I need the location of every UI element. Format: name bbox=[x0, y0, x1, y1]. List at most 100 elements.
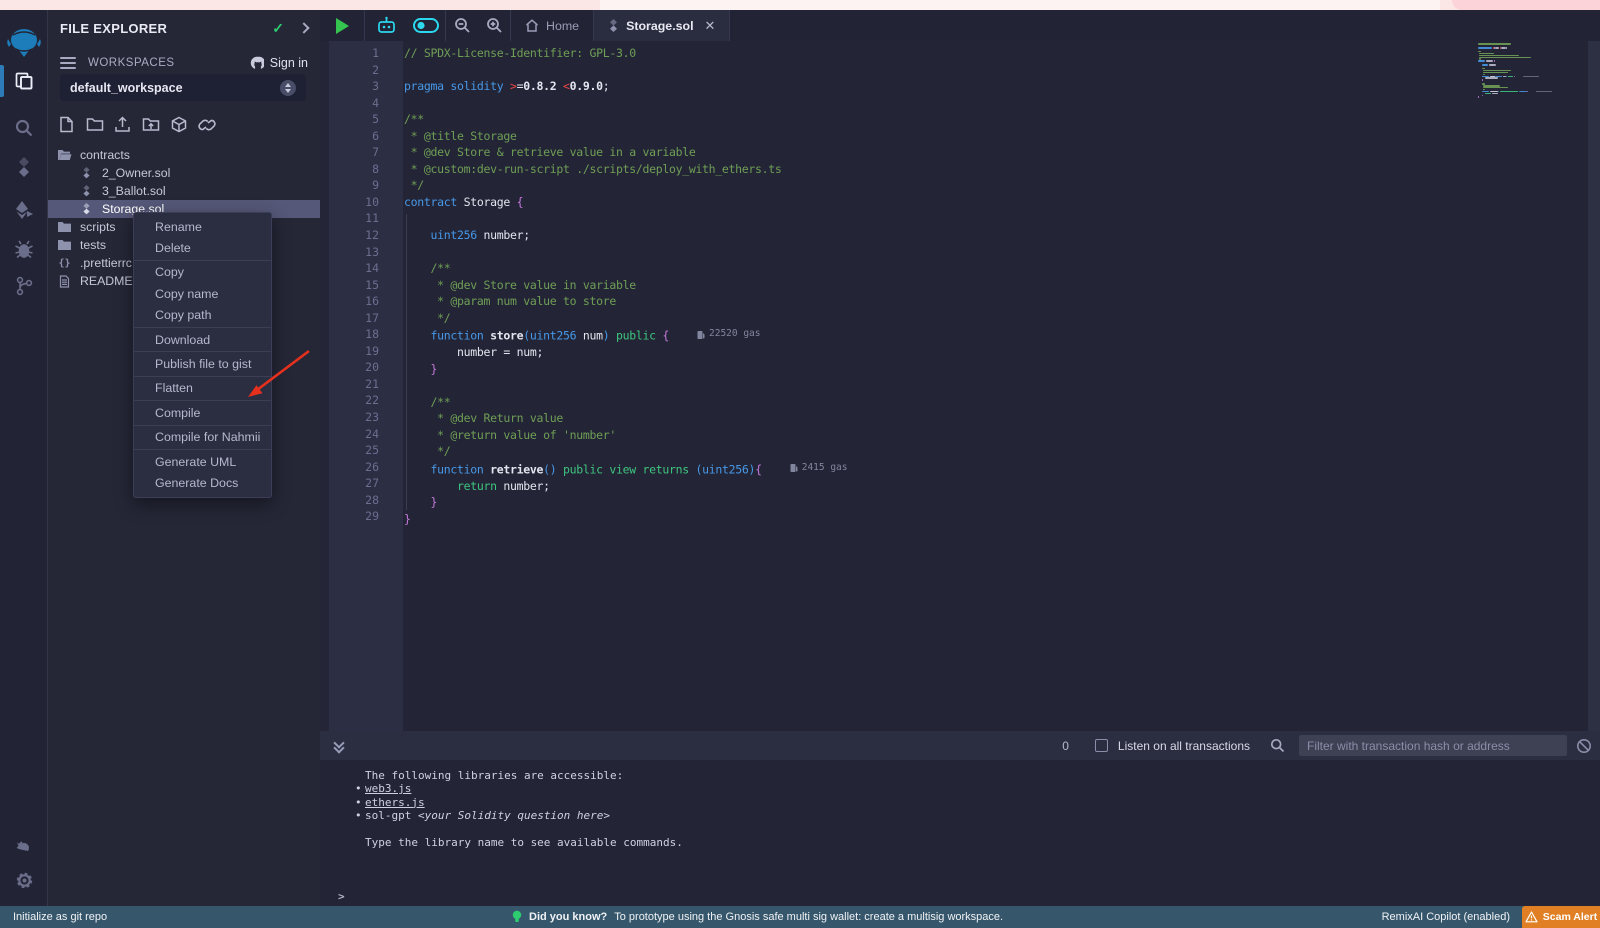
code-line: */ bbox=[404, 443, 1456, 460]
file-icon bbox=[57, 274, 72, 288]
terminal-search-icon[interactable] bbox=[1270, 738, 1285, 753]
link-icon[interactable] bbox=[197, 115, 216, 134]
context-menu-item-compile-for-nahmii[interactable]: Compile for Nahmii bbox=[134, 427, 271, 448]
robot-icon bbox=[376, 16, 397, 35]
zoom-out-icon bbox=[454, 17, 471, 34]
code-line bbox=[404, 62, 1456, 79]
code-line: contract Storage { bbox=[404, 194, 1456, 211]
copilot-status[interactable]: RemixAI Copilot (enabled) bbox=[1382, 906, 1510, 928]
terminal-link[interactable]: ethers.js bbox=[365, 796, 425, 809]
code-line: * @dev Store & retrieve value in a varia… bbox=[404, 144, 1456, 161]
folder-open-icon bbox=[57, 148, 72, 162]
git-init-button[interactable]: Initialize as git repo bbox=[13, 906, 107, 928]
terminal-line: Type the library name to see available c… bbox=[365, 836, 1590, 849]
terminal-line: •ethers.js bbox=[365, 796, 1590, 809]
code-content: // SPDX-License-Identifier: GPL-3.0 prag… bbox=[404, 45, 1456, 527]
sign-in-button[interactable]: Sign in bbox=[250, 56, 308, 70]
sidebar-item-git[interactable] bbox=[0, 268, 48, 304]
code-line: } bbox=[404, 361, 1456, 378]
lightbulb-icon bbox=[512, 910, 522, 924]
listen-checkbox[interactable] bbox=[1095, 739, 1108, 752]
main-area: Home Storage.sol ✕ 123456789101112131415… bbox=[320, 10, 1600, 906]
workspace-select[interactable]: default_workspace bbox=[60, 74, 306, 101]
folder-icon bbox=[57, 238, 72, 252]
tip-title: Did you know? bbox=[529, 911, 607, 923]
code-editor[interactable]: 1234567891011121314151617181920212223242… bbox=[320, 41, 1600, 731]
tree-item-3_Ballot.sol[interactable]: 3_Ballot.sol bbox=[48, 182, 320, 200]
code-line: * @return value of 'number' bbox=[404, 427, 1456, 444]
terminal-link[interactable]: web3.js bbox=[365, 782, 411, 795]
context-menu-item-delete[interactable]: Delete bbox=[134, 237, 271, 258]
context-menu-item-generate-uml[interactable]: Generate UML bbox=[134, 451, 271, 472]
terminal-prompt[interactable]: > bbox=[338, 890, 345, 903]
context-menu-item-flatten[interactable]: Flatten bbox=[134, 378, 271, 399]
tree-item-contracts[interactable]: contracts bbox=[48, 146, 320, 164]
zoom-in-button[interactable] bbox=[478, 17, 510, 34]
terminal-expand-icon[interactable] bbox=[334, 739, 346, 753]
line-numbers: 1234567891011121314151617181920212223242… bbox=[320, 45, 379, 525]
context-menu-item-publish-file-to-gist[interactable]: Publish file to gist bbox=[134, 353, 271, 374]
clear-console-icon[interactable] bbox=[1576, 738, 1592, 754]
menu-divider bbox=[134, 260, 271, 261]
context-menu-item-download[interactable]: Download bbox=[134, 329, 271, 350]
new-folder-icon[interactable] bbox=[85, 115, 104, 134]
ai-toggle[interactable] bbox=[407, 18, 445, 33]
upload-file-icon[interactable] bbox=[113, 115, 132, 134]
solidity-icon bbox=[79, 184, 94, 198]
editor-gutter: 1234567891011121314151617181920212223242… bbox=[320, 41, 403, 731]
menu-divider bbox=[134, 449, 271, 450]
context-menu-item-compile[interactable]: Compile bbox=[134, 402, 271, 423]
tab-label: Home bbox=[546, 19, 579, 33]
workspace-name: default_workspace bbox=[70, 81, 280, 95]
remix-ide-window: FILE EXPLORER ✓ WORKSPACES Sign in defau… bbox=[0, 0, 1600, 928]
terminal-lines: The following libraries are accessible:•… bbox=[365, 769, 1590, 849]
minimap[interactable] bbox=[1456, 41, 1588, 731]
editor-scrollbar[interactable] bbox=[1588, 41, 1600, 731]
cube-icon[interactable] bbox=[169, 115, 188, 134]
scam-alert-button[interactable]: Scam Alert bbox=[1522, 906, 1600, 928]
zoom-out-button[interactable] bbox=[446, 17, 478, 34]
tree-item-label: 2_Owner.sol bbox=[102, 166, 170, 180]
code-line: function retrieve() public view returns … bbox=[404, 460, 1456, 478]
transaction-filter-input[interactable] bbox=[1299, 735, 1567, 756]
menu-divider bbox=[134, 327, 271, 328]
sidebar-item-search[interactable] bbox=[0, 110, 48, 146]
menu-divider bbox=[134, 425, 271, 426]
tab-close-icon[interactable]: ✕ bbox=[705, 18, 716, 34]
context-menu-item-generate-docs[interactable]: Generate Docs bbox=[134, 472, 271, 493]
tab-storage-sol[interactable]: Storage.sol ✕ bbox=[594, 10, 729, 41]
context-menu-item-copy[interactable]: Copy bbox=[134, 262, 271, 283]
context-menu-item-copy-name[interactable]: Copy name bbox=[134, 283, 271, 304]
collapse-chevron-icon[interactable] bbox=[298, 22, 309, 33]
upload-folder-icon[interactable] bbox=[141, 115, 160, 134]
new-file-icon[interactable] bbox=[57, 115, 76, 134]
tree-item-label: scripts bbox=[80, 220, 116, 234]
accept-check-icon[interactable]: ✓ bbox=[272, 20, 284, 37]
code-line: return number; bbox=[404, 478, 1456, 495]
solidity-icon bbox=[79, 202, 94, 216]
run-script-button[interactable] bbox=[320, 18, 364, 34]
sidebar-item-plugin-manager[interactable] bbox=[0, 830, 48, 866]
listen-label: Listen on all transactions bbox=[1118, 739, 1250, 753]
sidebar-item-file-explorer[interactable] bbox=[0, 63, 48, 99]
code-line: function store(uint256 num) public {2252… bbox=[404, 326, 1456, 344]
tab-home[interactable]: Home bbox=[511, 10, 593, 41]
remix-logo-icon[interactable] bbox=[0, 24, 48, 62]
sidebar-item-solidity-compiler[interactable] bbox=[0, 149, 48, 185]
braces-icon: {} bbox=[57, 256, 72, 270]
ai-assistant-button[interactable] bbox=[365, 16, 407, 35]
code-line: number = num; bbox=[404, 344, 1456, 361]
context-menu-item-rename[interactable]: Rename bbox=[134, 216, 271, 237]
context-menu-item-copy-path[interactable]: Copy path bbox=[134, 305, 271, 326]
tab-label: Storage.sol bbox=[626, 19, 693, 33]
sidebar-item-settings[interactable] bbox=[0, 862, 48, 898]
warning-icon bbox=[1525, 911, 1538, 923]
sidebar-item-debugger[interactable] bbox=[0, 231, 48, 267]
tree-item-2_Owner.sol[interactable]: 2_Owner.sol bbox=[48, 164, 320, 182]
active-indicator bbox=[0, 65, 4, 97]
sidebar-item-deploy-and-run[interactable] bbox=[0, 192, 48, 228]
workspaces-menu-icon[interactable] bbox=[60, 54, 76, 72]
terminal-output[interactable]: The following libraries are accessible:•… bbox=[320, 760, 1600, 906]
editor-toolbar: Home Storage.sol ✕ bbox=[320, 10, 1600, 41]
terminal-line bbox=[365, 823, 1590, 836]
